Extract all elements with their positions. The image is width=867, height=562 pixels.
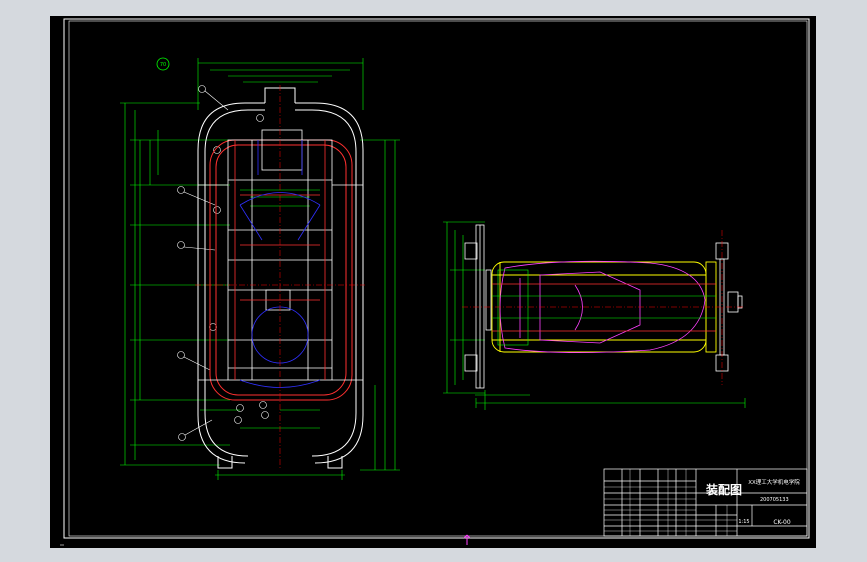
inner-track [209, 139, 353, 401]
balloon-ref-label: 70 [160, 62, 166, 68]
left-end-support [464, 224, 492, 389]
frame-members [198, 129, 363, 381]
scale-value: 1:15 [738, 519, 749, 525]
drawing-frame-inner [68, 20, 808, 537]
cursor-icon [463, 534, 471, 545]
right-red-rails [492, 283, 716, 332]
balloon-ref: 70 [156, 57, 170, 71]
right-view-dimensions [443, 221, 746, 410]
right-green-details [492, 269, 716, 346]
right-view [443, 221, 746, 410]
left-view [120, 58, 400, 480]
part-balloons [177, 85, 269, 441]
title-block: 装配图 XX理工大学机电学院 200705133 1:15 CK-00 [603, 468, 808, 537]
drawing-frame-outer [63, 18, 810, 539]
drawing-canvas: 70 装配图 XX理工大学机电学院 200705133 1:15 CK-00 [60, 18, 810, 546]
school-name: XX理工大学机电学院 [748, 478, 800, 486]
student-id: 200705133 [760, 497, 789, 503]
drawing-title: 装配图 [705, 482, 742, 497]
right-center-line [462, 230, 745, 385]
drawing-number: CK-00 [773, 519, 790, 526]
